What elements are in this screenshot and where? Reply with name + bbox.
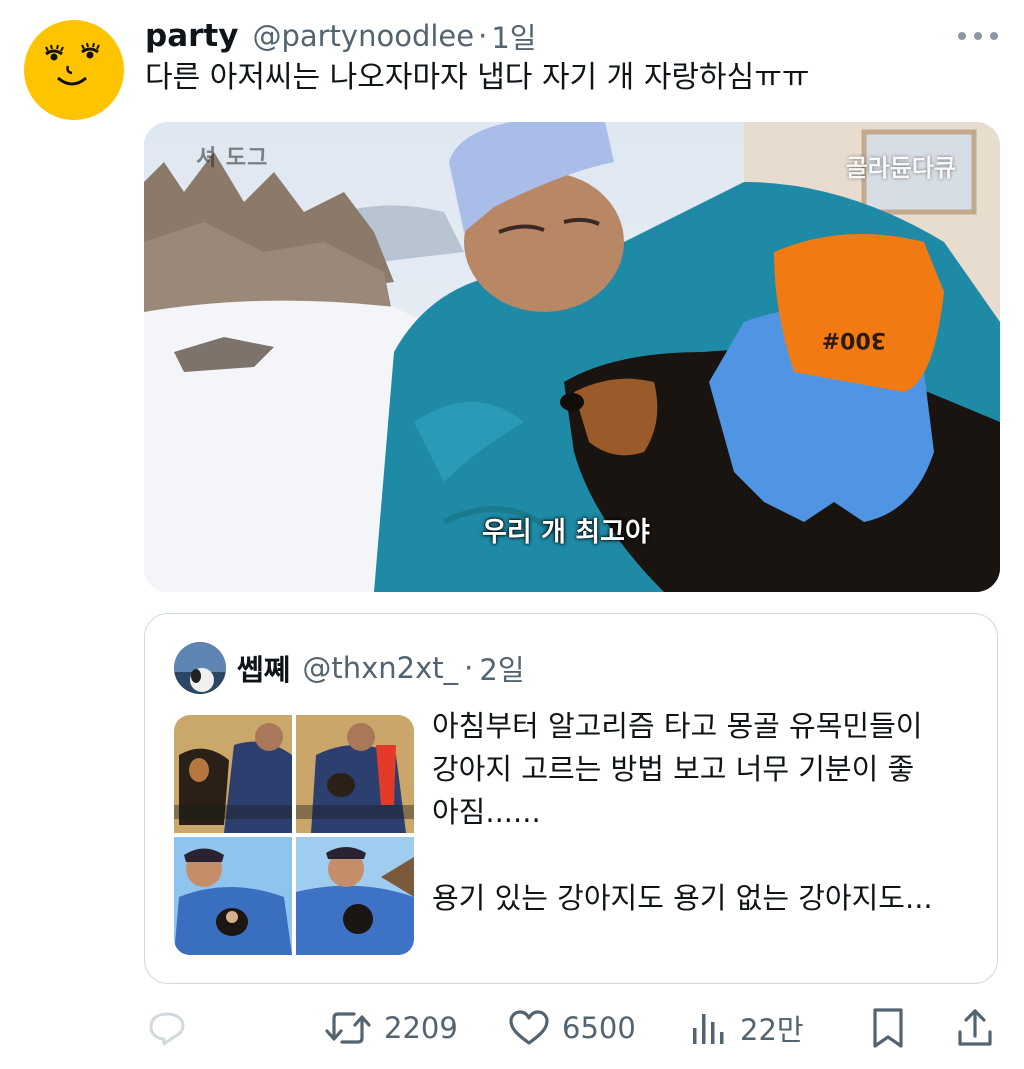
quoted-author-handle[interactable]: @thxn2xt_	[302, 651, 458, 685]
thumbnail-image	[174, 715, 292, 833]
smiley-avatar-icon	[45, 42, 100, 86]
glove-label: 300#	[822, 327, 886, 352]
quoted-image-2[interactable]	[296, 715, 414, 833]
quoted-author-avatar[interactable]	[174, 642, 226, 694]
more-dot	[958, 32, 966, 40]
puppy-avatar-icon	[174, 642, 226, 694]
views-button[interactable]: 22만	[690, 1003, 804, 1053]
retweet-icon	[325, 1012, 371, 1044]
tweet-media-video[interactable]: 300# 셔 도그 골라듄다큐 우리 개 최고야	[144, 122, 1000, 592]
like-count: 6500	[562, 1011, 636, 1045]
reply-button[interactable]	[147, 1003, 187, 1053]
tweet-text: 다른 아저씨는 나오자마자 냅다 자기 개 자랑하심ㅠㅠ	[145, 60, 810, 95]
thumbnail-image	[296, 715, 414, 833]
like-button[interactable]: 6500	[508, 1003, 636, 1053]
reply-icon	[149, 1012, 185, 1046]
quoted-text-line: 강아지 고르는 방법 보고 너무 기분이 좋	[432, 752, 915, 786]
author-display-name[interactable]: party	[145, 18, 238, 54]
retweet-count: 2209	[384, 1011, 458, 1045]
share-icon	[958, 1009, 992, 1046]
quoted-media-grid	[174, 715, 414, 955]
quoted-text-line: 용기 있는 강아지도 용기 없는 강아지도...	[432, 881, 933, 915]
quoted-image-3[interactable]	[174, 837, 292, 955]
separator-dot: ·	[464, 651, 474, 685]
quoted-tweet-header: 쎕쪠 @thxn2xt_ · 2일	[237, 646, 525, 690]
bookmark-icon	[873, 1008, 903, 1048]
bookmark-button[interactable]	[870, 1003, 906, 1053]
separator-dot: ·	[478, 19, 488, 53]
quoted-text-line	[432, 834, 933, 877]
quoted-text-line: 아짐......	[432, 795, 541, 829]
tweet-action-bar: 2209 6500 22만	[0, 1003, 1024, 1053]
watermark-right: 골라듄다큐	[845, 154, 956, 182]
more-dot	[974, 32, 982, 40]
tweet-timestamp[interactable]: 1일	[491, 15, 536, 57]
more-dot	[990, 32, 998, 40]
quoted-text-line: 아침부터 알고리즘 타고 몽골 유목민들이	[432, 709, 923, 743]
share-button[interactable]	[956, 1003, 994, 1053]
quoted-image-1[interactable]	[174, 715, 292, 833]
quoted-tweet[interactable]: 쎕쪠 @thxn2xt_ · 2일 아침부터 알고리즘 타고 몽골 유목민들이 …	[144, 613, 998, 984]
quoted-author-display-name[interactable]: 쎕쪠	[237, 647, 290, 689]
quoted-tweet-text: 아침부터 알고리즘 타고 몽골 유목민들이 강아지 고르는 방법 보고 너무 기…	[432, 705, 933, 920]
heart-icon	[509, 1010, 549, 1045]
views-count: 22만	[740, 1013, 804, 1047]
quoted-timestamp[interactable]: 2일	[479, 647, 524, 689]
views-icon	[693, 1014, 724, 1044]
author-avatar[interactable]	[24, 20, 124, 120]
author-handle[interactable]: @partynoodlee	[252, 19, 474, 53]
video-caption: 우리 개 최고야	[482, 517, 650, 548]
thumbnail-image	[174, 837, 292, 955]
watermark-left: 셔 도그	[196, 146, 269, 171]
tweet-header: party @partynoodlee · 1일	[145, 14, 536, 58]
thumbnail-image	[296, 837, 414, 955]
more-options-icon[interactable]	[958, 24, 998, 48]
quoted-image-4[interactable]	[296, 837, 414, 955]
retweet-button[interactable]: 2209	[324, 1003, 458, 1053]
